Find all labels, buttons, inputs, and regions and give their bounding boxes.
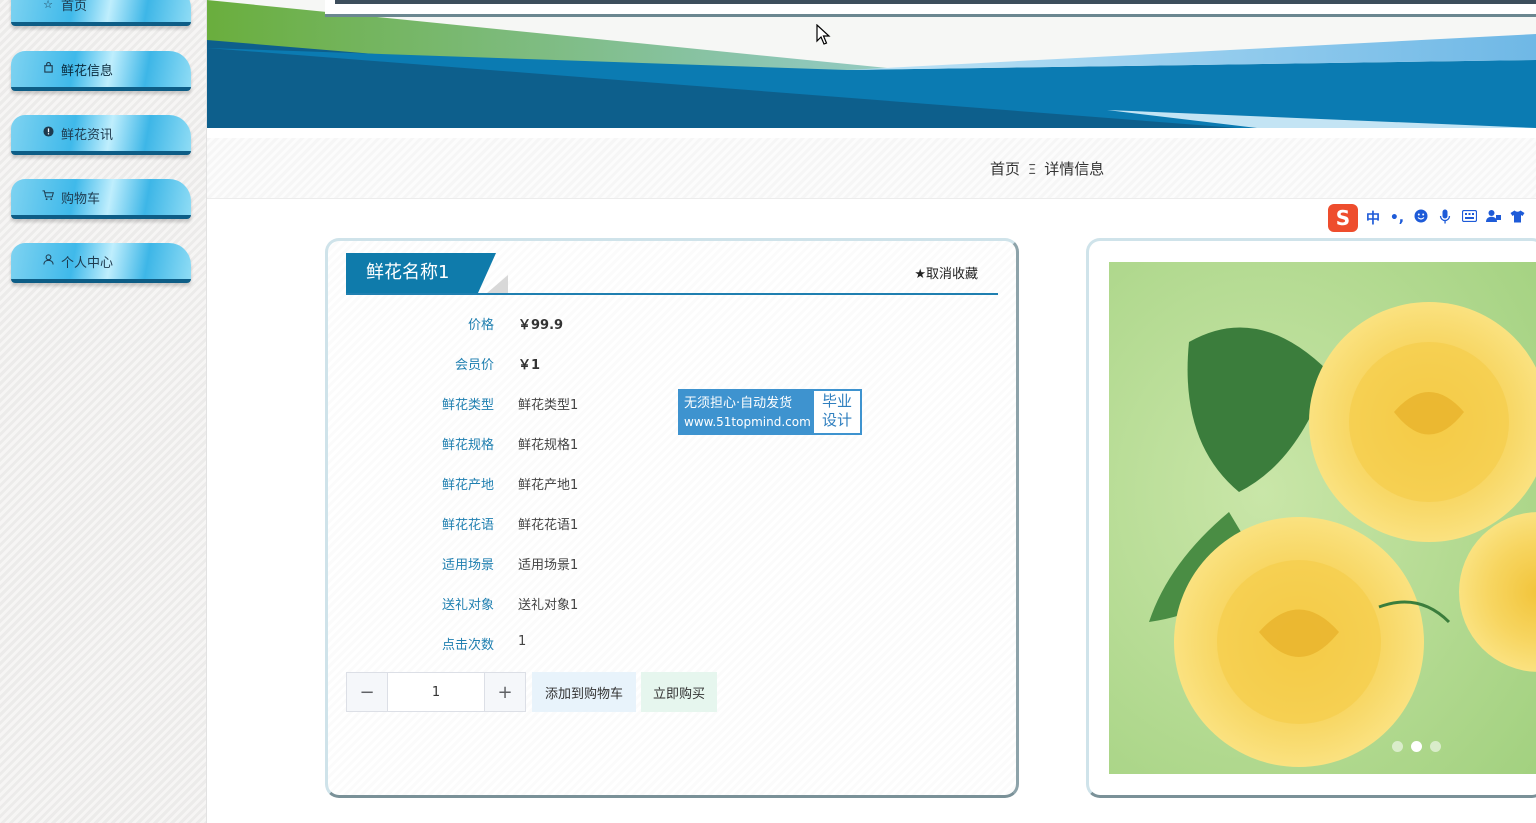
watermark-right2: 设计 [821, 411, 852, 429]
cart-icon [41, 190, 55, 204]
breadcrumb-current: 详情信息 [1044, 160, 1105, 178]
field-value-member-price: ￥1 [518, 358, 541, 373]
gallery-dot-1[interactable] [1392, 741, 1403, 752]
breadcrumb: 首页 Ξ 详情信息 [990, 158, 1104, 179]
field-value-origin: 鲜花产地1 [518, 478, 579, 493]
quantity-input[interactable] [388, 673, 484, 711]
field-value-recipient: 送礼对象1 [518, 598, 579, 613]
sidebar-item-home[interactable]: ☆ 首页 [11, 0, 191, 26]
sidebar-item-cart[interactable]: 购物车 [11, 179, 191, 219]
field-value-spec: 鲜花规格1 [518, 438, 579, 453]
watermark-line1: 无须担心·自动发货 [684, 396, 793, 411]
microphone-icon[interactable] [1436, 209, 1454, 228]
decrease-quantity-button[interactable]: − [347, 673, 388, 711]
field-row-origin: 鲜花产地 鲜花产地1 [328, 474, 1016, 494]
banner-graphic [207, 0, 1536, 128]
product-image-card [1086, 238, 1536, 798]
field-label: 送礼对象 [441, 598, 494, 613]
info-icon [41, 126, 55, 140]
smiley-icon[interactable] [1412, 209, 1430, 227]
user-settings-icon[interactable] [1484, 209, 1502, 227]
ime-logo-icon[interactable]: S [1328, 204, 1358, 232]
user-icon [41, 254, 55, 268]
product-image[interactable] [1109, 262, 1536, 774]
product-title-bar: 鲜花名称1 ★取消收藏 [346, 253, 998, 295]
quantity-stepper: − + [346, 672, 526, 712]
field-label: 鲜花花语 [441, 518, 494, 533]
field-value-price: ￥99.9 [518, 318, 564, 333]
yellow-rose-image [1109, 262, 1536, 774]
sidebar: ☆ 首页 鲜花信息 鲜花资讯 购物车 个人中心 [0, 0, 207, 823]
mouse-cursor-icon [816, 24, 831, 45]
gallery-dots [1392, 741, 1441, 752]
sidebar-item-flower-info[interactable]: 鲜花信息 [11, 51, 191, 91]
star-filled-icon: ★ [914, 267, 926, 282]
sidebar-item-flower-news[interactable]: 鲜花资讯 [11, 115, 191, 155]
header-banner [207, 0, 1536, 128]
field-label: 适用场景 [441, 558, 494, 573]
keyboard-icon[interactable] [1460, 209, 1478, 226]
field-label: 会员价 [454, 358, 494, 373]
field-row-occasion: 适用场景 适用场景1 [328, 554, 1016, 574]
field-row-clicks: 点击次数 1 [328, 634, 1016, 654]
watermark-line2: www.51topmind.com [684, 415, 811, 429]
field-label: 价格 [467, 318, 494, 333]
skin-shirt-icon[interactable] [1508, 210, 1526, 227]
field-label: 鲜花规格 [441, 438, 494, 453]
product-name: 鲜花名称1 [346, 253, 496, 293]
field-row-price: 价格 ￥99.9 [328, 314, 1016, 334]
breadcrumb-separator: Ξ [1028, 163, 1037, 178]
ime-lang-toggle[interactable]: 中 [1364, 208, 1382, 228]
watermark-right1: 毕业 [821, 392, 852, 410]
banner-carousel-strip [325, 0, 1536, 17]
sidebar-item-label: 个人中心 [61, 255, 114, 271]
sidebar-item-label: 鲜花信息 [61, 63, 114, 79]
ime-punct-toggle[interactable]: •, [1388, 210, 1406, 226]
field-row-member-price: 会员价 ￥1 [328, 354, 1016, 374]
field-value-occasion: 适用场景1 [518, 558, 579, 573]
star-icon: ☆ [43, 0, 53, 11]
breadcrumb-bar: 首页 Ξ 详情信息 [207, 138, 1536, 199]
field-value-clicks: 1 [518, 634, 527, 649]
field-row-recipient: 送礼对象 送礼对象1 [328, 594, 1016, 614]
field-row-type: 鲜花类型 鲜花类型1 [328, 394, 1016, 414]
ime-toolbar: S 中 •, [1328, 203, 1536, 233]
field-label: 鲜花产地 [441, 478, 494, 493]
buy-now-button[interactable]: 立即购买 [641, 672, 717, 712]
product-detail-card: 鲜花名称1 ★取消收藏 价格 ￥99.9 会员价 ￥1 鲜花类型 鲜花类型1 鲜… [325, 238, 1019, 798]
sidebar-item-profile[interactable]: 个人中心 [11, 243, 191, 283]
field-label: 鲜花类型 [441, 398, 494, 413]
sidebar-item-label: 首页 [61, 0, 88, 14]
field-value-type: 鲜花类型1 [518, 398, 579, 413]
sidebar-item-label: 购物车 [61, 191, 101, 207]
field-row-flower-language: 鲜花花语 鲜花花语1 [328, 514, 1016, 534]
unfavorite-button[interactable]: ★取消收藏 [914, 263, 978, 282]
gallery-dot-2[interactable] [1411, 741, 1422, 752]
field-label: 点击次数 [441, 638, 494, 653]
sidebar-item-label: 鲜花资讯 [61, 127, 114, 143]
increase-quantity-button[interactable]: + [484, 673, 525, 711]
add-to-cart-button[interactable]: 添加到购物车 [532, 672, 636, 712]
field-value-flower-language: 鲜花花语1 [518, 518, 579, 533]
breadcrumb-home[interactable]: 首页 [990, 160, 1020, 178]
bag-icon [41, 61, 55, 76]
gallery-dot-3[interactable] [1430, 741, 1441, 752]
field-row-spec: 鲜花规格 鲜花规格1 [328, 434, 1016, 454]
watermark-badge: 无须担心·自动发货 www.51topmind.com 毕业 设计 [678, 389, 862, 435]
